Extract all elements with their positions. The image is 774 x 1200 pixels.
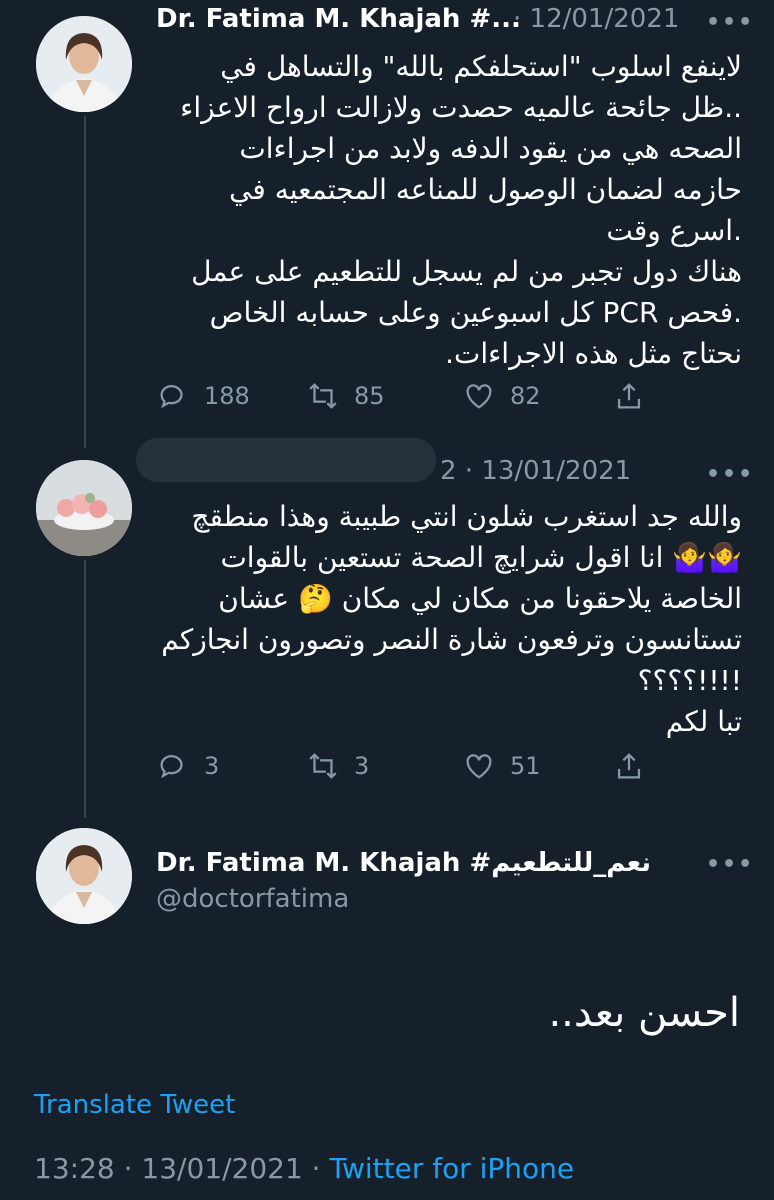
- retweet-button[interactable]: 85: [306, 379, 385, 413]
- avatar[interactable]: [36, 16, 132, 112]
- tweet-actions: 3 3 51: [156, 746, 656, 786]
- reply-button[interactable]: 3: [156, 749, 219, 783]
- reply-icon: [160, 385, 183, 409]
- retweet-icon: [309, 753, 337, 779]
- tweet-date[interactable]: · 12/01/2021: [513, 4, 679, 34]
- like-count: 51: [510, 752, 541, 780]
- more-dots-icon[interactable]: •••: [706, 10, 754, 35]
- retweet-button[interactable]: 3: [306, 749, 369, 783]
- tweet-text: لاينفع اسلوب "استحلفكم بالله" والتساهل ف…: [180, 50, 742, 370]
- like-button[interactable]: 51: [462, 749, 541, 783]
- tweet-actions: 188 85 82: [156, 376, 656, 416]
- heart-icon: [466, 754, 492, 779]
- share-button[interactable]: [612, 749, 646, 783]
- translate-tweet-link[interactable]: Translate Tweet: [34, 1090, 235, 1120]
- share-button[interactable]: [612, 379, 646, 413]
- more-dots-icon[interactable]: •••: [706, 852, 754, 877]
- tweet-source[interactable]: Twitter for iPhone: [329, 1152, 574, 1185]
- share-icon: [617, 753, 641, 779]
- avatar[interactable]: [36, 460, 132, 556]
- author-name[interactable]: Dr. Fatima M. Khajah #...: [156, 4, 521, 34]
- more-dots-icon[interactable]: •••: [706, 462, 754, 487]
- tweet-date[interactable]: 2 · 13/01/2021: [440, 456, 631, 486]
- redacted-name: [136, 438, 436, 482]
- tweet-text: احسن بعد..: [548, 990, 740, 1036]
- like-button[interactable]: 82: [462, 379, 541, 413]
- tweet-timestamp-line: 13:28 · 13/01/2021 · Twitter for iPhone: [34, 1152, 574, 1185]
- reply-count: 188: [204, 382, 250, 410]
- tweet-timestamp[interactable]: 13:28 · 13/01/2021 ·: [34, 1152, 329, 1185]
- reply-count: 3: [204, 752, 220, 780]
- thread-line: [84, 116, 86, 448]
- reply-button[interactable]: 188: [156, 379, 250, 413]
- retweet-count: 85: [354, 382, 385, 410]
- avatar[interactable]: [36, 828, 132, 924]
- share-icon: [617, 383, 641, 409]
- retweet-icon: [309, 383, 337, 409]
- like-count: 82: [510, 382, 541, 410]
- author-handle[interactable]: @doctorfatima: [156, 884, 349, 914]
- retweet-count: 3: [354, 752, 370, 780]
- thread-line: [84, 560, 86, 818]
- author-name[interactable]: Dr. Fatima M. Khajah #نعم_للتطعيم: [156, 848, 651, 878]
- reply-icon: [160, 755, 183, 779]
- heart-icon: [466, 384, 492, 409]
- tweet-text: والله جد استغرب شلون انتي طبيبة وهذا منط…: [161, 500, 742, 738]
